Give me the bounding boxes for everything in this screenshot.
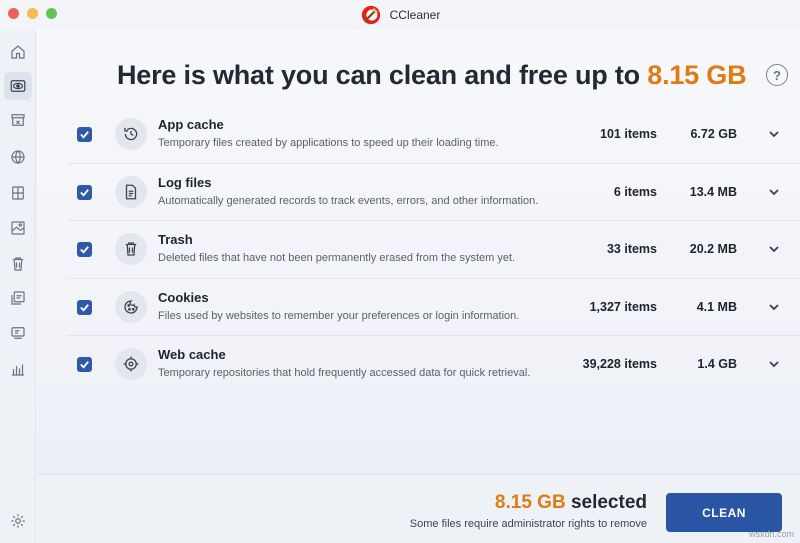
duplicates-icon [11, 291, 25, 305]
photo-icon [11, 221, 25, 235]
row-description: Automatically generated records to track… [158, 194, 539, 207]
cleanup-list: App cache Temporary files created by app… [67, 106, 800, 394]
row-item-count: 1,327 items [589, 299, 657, 314]
selected-amount: 8.15 GB [494, 492, 566, 513]
list-item-cookies[interactable]: Cookies Files used by websites to rememb… [67, 279, 800, 336]
app-cache-checkbox[interactable] [77, 127, 92, 142]
row-description: Deleted files that have not been permane… [158, 252, 516, 264]
row-title: Cookies [158, 289, 209, 305]
sidebar-item-duplicates[interactable] [4, 284, 32, 312]
row-size: 13.4 MB [689, 184, 737, 199]
help-icon: ? [773, 67, 781, 83]
row-title: Web cache [158, 347, 226, 362]
watermark: wsxdn.com [748, 529, 794, 539]
list-item-web-cache[interactable]: Web cache Temporary repositories that ho… [67, 336, 800, 394]
list-item-log-files[interactable]: Log files Automatically generated record… [67, 164, 800, 221]
ccleaner-logo-icon [361, 5, 380, 25]
list-item-trash[interactable]: Trash Deleted files that have not been p… [67, 221, 800, 279]
clean-button[interactable]: CLEAN [666, 493, 782, 532]
trash-icon-badge [115, 233, 147, 265]
sidebar-item-cleaner[interactable] [4, 72, 32, 100]
eye-icon [10, 80, 26, 92]
row-item-count: 101 items [600, 127, 657, 141]
web-cache-checkbox[interactable] [77, 357, 92, 372]
cookie-icon [124, 299, 138, 314]
zoom-window-button[interactable] [46, 8, 57, 19]
headline-text: Here is what you can clean and free up t… [117, 60, 648, 90]
window-controls [8, 8, 57, 19]
row-item-count: 6 items [613, 184, 657, 199]
globe-icon [11, 150, 25, 164]
trash-icon [125, 242, 137, 256]
clock-icon [124, 127, 138, 141]
check-icon [80, 131, 89, 139]
chevron-down-icon[interactable] [767, 185, 781, 199]
sidebar-item-settings[interactable] [4, 507, 32, 535]
settings-icon [11, 514, 25, 528]
row-description: Files used by websites to remember your … [158, 309, 520, 322]
chevron-down-icon[interactable] [767, 300, 781, 314]
selected-suffix: selected [565, 492, 647, 513]
app-title-text: CCleaner [389, 8, 441, 22]
close-window-button[interactable] [8, 8, 19, 19]
row-size: 20.2 MB [689, 242, 737, 256]
archive-box-icon [11, 114, 25, 126]
document-icon [125, 184, 137, 199]
sidebar-item-apps[interactable] [4, 179, 32, 207]
sidebar-item-trash[interactable] [4, 250, 32, 278]
sidebar-item-home[interactable] [4, 38, 32, 66]
trash-checkbox[interactable] [77, 242, 92, 257]
row-item-count: 39,228 items [582, 357, 657, 371]
chevron-down-icon[interactable] [767, 127, 781, 141]
sidebar-item-archive[interactable] [4, 106, 32, 134]
log-files-icon-badge [115, 175, 147, 208]
main-panel: Here is what you can clean and free up t… [37, 30, 800, 543]
check-icon [80, 188, 89, 197]
sidebar-item-photos[interactable] [4, 214, 32, 242]
page-title: Here is what you can clean and free up t… [117, 60, 747, 91]
chevron-down-icon[interactable] [767, 242, 781, 256]
row-item-count: 33 items [606, 242, 657, 256]
log-files-checkbox[interactable] [77, 184, 92, 200]
list-item-app-cache[interactable]: App cache Temporary files created by app… [67, 106, 800, 164]
admin-rights-note: Some files require administrator rights … [409, 518, 647, 530]
check-icon [80, 246, 89, 254]
minimize-window-button[interactable] [27, 8, 38, 19]
row-description: Temporary files created by applications … [158, 137, 499, 149]
app-cache-icon-badge [115, 118, 147, 150]
crosshair-icon [123, 356, 139, 372]
monitor-icon [11, 327, 25, 339]
row-size: 4.1 MB [696, 299, 737, 314]
footer-bar: 8.15 GB selected Some files require admi… [37, 474, 800, 543]
check-icon [80, 303, 89, 312]
chevron-down-icon[interactable] [767, 357, 781, 371]
headline-amount: 8.15 GB [647, 60, 747, 90]
sidebar [0, 30, 36, 543]
trash-icon [12, 257, 24, 271]
cookies-checkbox[interactable] [77, 299, 92, 315]
row-description: Temporary repositories that hold frequen… [158, 367, 531, 379]
sidebar-item-stats[interactable] [4, 355, 32, 383]
chart-icon [12, 364, 24, 376]
web-cache-icon-badge [115, 348, 147, 380]
sidebar-item-web[interactable] [4, 143, 32, 171]
row-size: 6.72 GB [690, 127, 737, 141]
check-icon [80, 361, 89, 369]
help-button[interactable]: ? [766, 64, 788, 86]
home-icon [11, 45, 25, 59]
row-title: App cache [158, 117, 224, 132]
app-title: CCleaner [360, 4, 441, 26]
row-title: Trash [158, 232, 193, 247]
row-title: Log files [158, 174, 212, 190]
cookies-icon-badge [115, 290, 147, 323]
apps-icon [12, 186, 24, 200]
selected-summary: 8.15 GB selected [495, 492, 647, 514]
row-size: 1.4 GB [697, 357, 737, 371]
sidebar-item-performance[interactable] [4, 319, 32, 347]
title-bar: CCleaner [0, 0, 800, 30]
